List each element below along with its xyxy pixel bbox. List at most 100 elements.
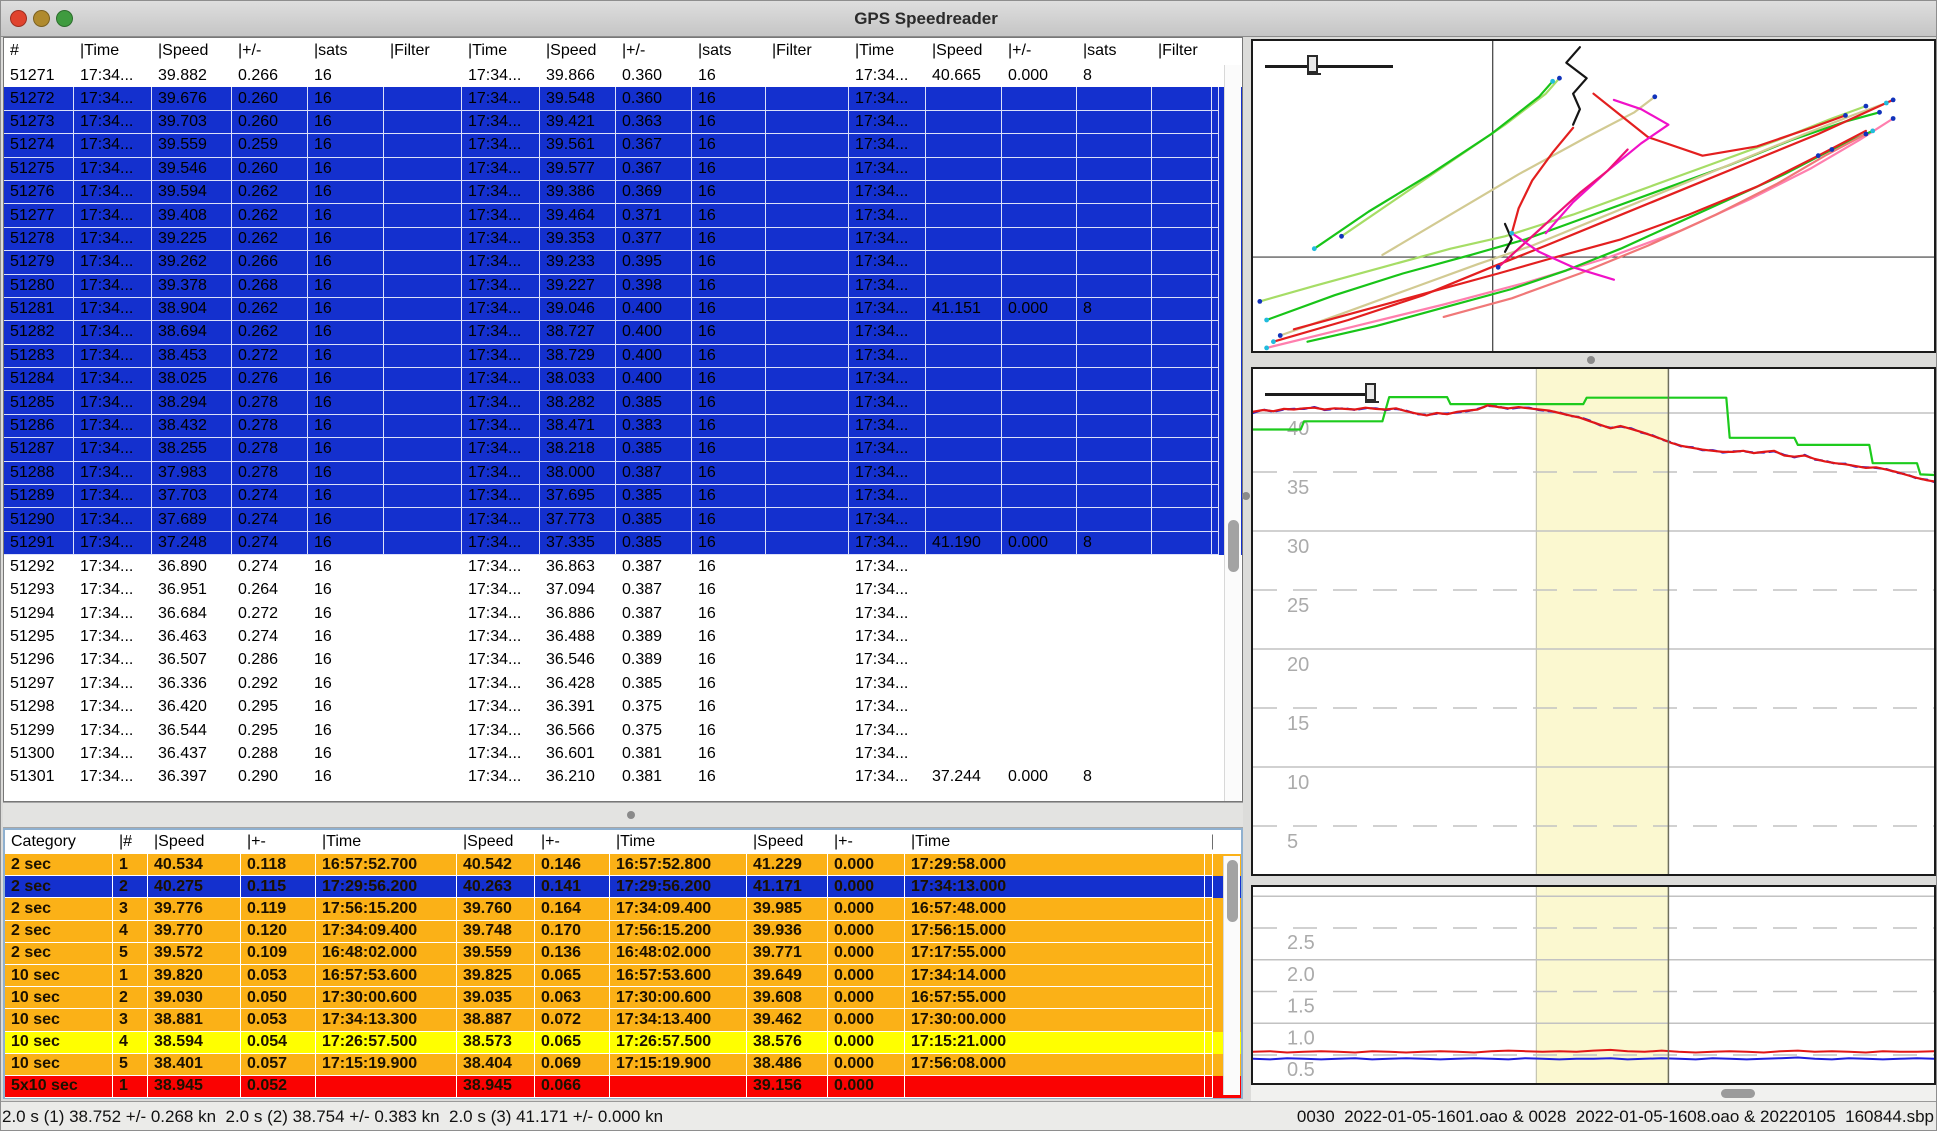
points-table-row[interactable]: 5129817:34...36.4200.2951617:34...36.391…: [4, 696, 1242, 719]
results-table-row[interactable]: 10 sec438.5940.05417:26:57.50038.5730.06…: [5, 1032, 1241, 1054]
splitter-handle-icon[interactable]: [627, 811, 635, 819]
accuracy-chart-panel[interactable]: 2.52.01.51.00.5: [1251, 885, 1936, 1085]
scrollbar-thumb[interactable]: [1228, 520, 1239, 572]
points-table-row[interactable]: 5129717:34...36.3360.2921617:34...36.428…: [4, 672, 1242, 695]
points-table-scrollbar[interactable]: [1224, 65, 1241, 801]
column-header[interactable]: #: [4, 42, 74, 60]
results-table-row[interactable]: 2 sec539.5720.10916:48:02.00039.5590.136…: [5, 943, 1241, 965]
points-table-row[interactable]: 5127117:34...39.8820.2661617:34...39.866…: [4, 64, 1242, 87]
results-table-row[interactable]: 2 sec240.2750.11517:29:56.20040.2630.141…: [5, 876, 1241, 898]
hscrollbar-thumb[interactable]: [1721, 1089, 1755, 1098]
column-header[interactable]: |+/-: [616, 42, 692, 60]
results-table-row[interactable]: 10 sec338.8810.05317:34:13.30038.8870.07…: [5, 1009, 1241, 1031]
cell: 16: [692, 391, 766, 414]
column-header[interactable]: |: [1205, 833, 1213, 851]
points-table-row[interactable]: 5129417:34...36.6840.2721617:34...36.886…: [4, 602, 1242, 625]
column-header[interactable]: |sats: [1077, 42, 1152, 60]
column-header[interactable]: |sats: [308, 42, 384, 60]
points-table-row[interactable]: 5129317:34...36.9510.2641617:34...37.094…: [4, 579, 1242, 602]
points-table-row[interactable]: 5128017:34...39.3780.2681617:34...39.227…: [4, 275, 1242, 298]
results-table-row[interactable]: 2 sec140.5340.11816:57:52.70040.5420.146…: [5, 854, 1241, 876]
cell: [1152, 158, 1212, 181]
column-header[interactable]: |Time: [74, 42, 152, 60]
points-table-row[interactable]: 5129517:34...36.4630.2741617:34...36.488…: [4, 625, 1242, 648]
points-table-row[interactable]: 5127517:34...39.5460.2601617:34...39.577…: [4, 158, 1242, 181]
column-header[interactable]: |Speed: [152, 42, 232, 60]
vertical-splitter-handle-icon[interactable]: [1242, 492, 1250, 500]
column-header[interactable]: |+/-: [232, 42, 308, 60]
chart-hscrollbar[interactable]: [1251, 1085, 1936, 1101]
points-table-row[interactable]: 5128917:34...37.7030.2741617:34...37.695…: [4, 485, 1242, 508]
slider-handle[interactable]: [1307, 55, 1318, 73]
column-header[interactable]: |Time: [462, 42, 540, 60]
speed-chart-panel[interactable]: 403530252015105: [1251, 367, 1936, 876]
results-table-row[interactable]: 10 sec538.4010.05717:15:19.90038.4040.06…: [5, 1054, 1241, 1076]
horizontal-splitter[interactable]: [3, 802, 1243, 828]
results-table-row[interactable]: 2 sec339.7760.11917:56:15.20039.7600.164…: [5, 898, 1241, 920]
cell: [1002, 158, 1077, 181]
points-table-row[interactable]: 5127917:34...39.2620.2661617:34...39.233…: [4, 251, 1242, 274]
points-table-row[interactable]: 5128717:34...38.2550.2781617:34...38.218…: [4, 438, 1242, 461]
map-zoom-slider[interactable]: [1265, 51, 1405, 85]
points-table-row[interactable]: 5129017:34...37.6890.2741617:34...37.773…: [4, 508, 1242, 531]
cell: [1002, 251, 1077, 274]
results-table-scrollbar[interactable]: [1223, 856, 1240, 1095]
points-table-row[interactable]: 5129917:34...36.5440.2951617:34...36.566…: [4, 719, 1242, 742]
column-header[interactable]: |+-: [241, 833, 316, 851]
points-table-row[interactable]: 5128217:34...38.6940.2621617:34...38.727…: [4, 321, 1242, 344]
points-table-row[interactable]: 5128617:34...38.4320.2781617:34...38.471…: [4, 415, 1242, 438]
points-table-row[interactable]: 5127317:34...39.7030.2601617:34...39.421…: [4, 111, 1242, 134]
scrollbar-thumb[interactable]: [1227, 860, 1238, 922]
column-header[interactable]: |Speed: [148, 833, 241, 851]
points-table-row[interactable]: 5128417:34...38.0250.2761617:34...38.033…: [4, 368, 1242, 391]
results-table-row[interactable]: 10 sec239.0300.05017:30:00.60039.0350.06…: [5, 987, 1241, 1009]
results-table-row[interactable]: 2 sec439.7700.12017:34:09.40039.7480.170…: [5, 921, 1241, 943]
points-table-row[interactable]: 5127817:34...39.2250.2621617:34...39.353…: [4, 228, 1242, 251]
column-header[interactable]: |Filter: [766, 42, 849, 60]
column-header[interactable]: |Speed: [457, 833, 535, 851]
points-table-row[interactable]: 5130017:34...36.4370.2881617:34...36.601…: [4, 742, 1242, 765]
column-header[interactable]: |sats: [692, 42, 766, 60]
points-table-row[interactable]: 5129217:34...36.8900.2741617:34...36.863…: [4, 555, 1242, 578]
column-header[interactable]: |+/-: [1002, 42, 1077, 60]
slider-handle[interactable]: [1365, 383, 1376, 401]
points-table-row[interactable]: 5127417:34...39.5590.2591617:34...39.561…: [4, 134, 1242, 157]
points-table-row[interactable]: 5127617:34...39.5940.2621617:34...39.386…: [4, 181, 1242, 204]
column-header[interactable]: |+-: [535, 833, 610, 851]
column-header[interactable]: |Speed: [926, 42, 1002, 60]
column-header[interactable]: |Time: [905, 833, 1205, 851]
column-header[interactable]: |Speed: [540, 42, 616, 60]
track-map-panel[interactable]: [1251, 39, 1936, 353]
column-header[interactable]: |Time: [849, 42, 926, 60]
points-table-row[interactable]: 5129617:34...36.5070.2861617:34...36.546…: [4, 649, 1242, 672]
results-table-row[interactable]: 10 sec139.8200.05316:57:53.60039.8250.06…: [5, 965, 1241, 987]
points-table-row[interactable]: 5127717:34...39.4080.2621617:34...39.464…: [4, 204, 1242, 227]
map-chart-splitter-handle-icon[interactable]: [1587, 356, 1595, 364]
points-table-row[interactable]: 5127217:34...39.6760.2601617:34...39.548…: [4, 87, 1242, 110]
column-header[interactable]: Category: [5, 833, 113, 851]
column-header[interactable]: |Time: [316, 833, 457, 851]
column-header[interactable]: |Filter: [1152, 42, 1212, 60]
points-table-row[interactable]: 5128517:34...38.2940.2781617:34...38.282…: [4, 391, 1242, 414]
column-header[interactable]: |+-: [828, 833, 905, 851]
cell: 17:34...: [74, 134, 152, 157]
points-table-row[interactable]: 5128117:34...38.9040.2621617:34...39.046…: [4, 298, 1242, 321]
column-header[interactable]: |Speed: [747, 833, 828, 851]
column-header[interactable]: |: [1212, 42, 1219, 60]
speed-chart-plot: 403530252015105: [1253, 369, 1934, 874]
column-header[interactable]: |#: [113, 833, 148, 851]
column-header[interactable]: |Time: [610, 833, 747, 851]
cell: 39.882: [152, 67, 232, 85]
cell: [1212, 204, 1219, 227]
points-table-row[interactable]: 5128817:34...37.9830.2781617:34...38.000…: [4, 462, 1242, 485]
points-table-row[interactable]: 5129117:34...37.2480.2741617:34...37.335…: [4, 532, 1242, 555]
points-table-row[interactable]: 5130117:34...36.3970.2901617:34...36.210…: [4, 766, 1242, 789]
cell: 40.665: [926, 67, 1002, 85]
column-header[interactable]: |Filter: [384, 42, 462, 60]
chart-zoom-slider[interactable]: [1265, 379, 1405, 413]
points-table-row[interactable]: 5128317:34...38.4530.2721617:34...38.729…: [4, 345, 1242, 368]
results-table-row[interactable]: 5x10 sec138.9450.05238.9450.06639.1560.0…: [5, 1076, 1241, 1098]
cell: 0.385: [616, 485, 692, 508]
cell: 39.770: [148, 921, 241, 943]
cell: 17:34...: [462, 298, 540, 321]
